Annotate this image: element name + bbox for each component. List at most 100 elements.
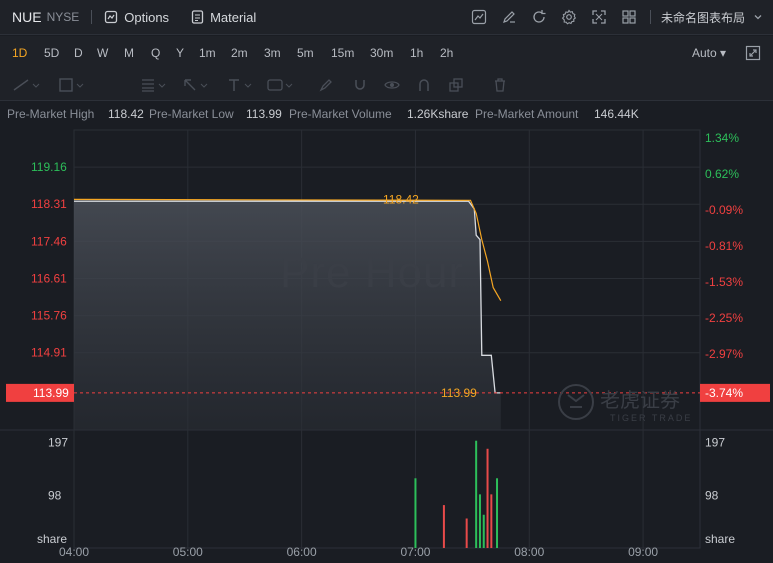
time-tick-label: 07:00 (400, 545, 430, 559)
magnet-icon[interactable] (352, 77, 368, 93)
period-2m[interactable]: 2m (231, 46, 248, 60)
volume-bar (442, 505, 445, 548)
period-bar: Auto ▾ 1D 5D D W M Q Y 1m 2m 3m 5m 15m 30m 1h 2h (0, 36, 773, 70)
gear-icon[interactable] (554, 9, 584, 25)
volume-bar (482, 514, 485, 548)
period-w[interactable]: W (97, 46, 108, 60)
volume-bar (465, 518, 468, 548)
fullscreen-icon[interactable] (584, 9, 614, 25)
symbol-label[interactable]: NUE (12, 9, 42, 25)
percent-tick-label: -2.97% (705, 347, 743, 361)
price-tick-label: 115.76 (31, 309, 67, 323)
high-value: 118.42 (108, 107, 144, 121)
plot-border (73, 129, 701, 549)
amount-label: Pre-Market Amount (475, 107, 579, 121)
high-label: Pre-Market High (7, 107, 95, 121)
period-5d[interactable]: 5D (44, 46, 59, 60)
volume-tick-label: 197 (48, 435, 68, 449)
fibonacci-icon[interactable] (140, 77, 170, 93)
options-button[interactable]: Options (104, 10, 169, 25)
current-percent-label: -3.74% (705, 386, 743, 400)
volume-label: Pre-Market Volume (289, 107, 392, 121)
drawing-toolbar (0, 70, 773, 101)
annotation-icon[interactable] (266, 77, 296, 93)
low-value: 113.99 (246, 107, 282, 121)
period-d[interactable]: D (74, 46, 83, 60)
volume-tick-label-right: 98 (705, 488, 719, 502)
time-tick-label: 08:00 (514, 545, 544, 559)
indicator-icon[interactable] (464, 9, 494, 25)
edit-icon[interactable] (494, 9, 524, 25)
percent-tick-label: -1.53% (705, 275, 743, 289)
text-tool-icon[interactable] (226, 77, 256, 93)
pre-hour-watermark: Pre Hour (280, 248, 465, 297)
period-3m[interactable]: 3m (264, 46, 281, 60)
material-label: Material (210, 9, 257, 25)
time-tick-label: 05:00 (173, 545, 203, 559)
top-toolbar: NUE NYSE Options Material 未命名图表布局 (0, 0, 773, 35)
volume-unit-label: share (37, 532, 67, 546)
period-y[interactable]: Y (176, 46, 184, 60)
toolbar-right-icons: 未命名图表布局 (464, 0, 773, 34)
volume-bar (475, 440, 478, 548)
options-icon (105, 10, 118, 24)
tiger-trade-logo: 老虎证券 TIGER TRADE (556, 383, 696, 428)
percent-tick-label: -2.25% (705, 311, 743, 325)
scale-auto-dropdown[interactable]: Auto ▾ (692, 46, 726, 60)
price-tick-label: 119.16 (31, 160, 67, 174)
premarket-info-bar: Pre-Market High 118.42 Pre-Market Low 11… (0, 101, 773, 125)
price-tick-label: 116.61 (31, 271, 67, 285)
amount-value: 146.44K (594, 107, 639, 121)
period-30m[interactable]: 30m (370, 46, 393, 60)
percent-tick-label: -0.09% (705, 203, 743, 217)
options-label: Options (124, 9, 170, 25)
percent-tick-label: 0.62% (705, 167, 739, 181)
volume-bar (486, 448, 489, 548)
period-q[interactable]: Q (151, 46, 160, 60)
period-1h[interactable]: 1h (410, 46, 423, 60)
period-m[interactable]: M (124, 46, 134, 60)
layout-name-dropdown[interactable]: 未命名图表布局 (661, 9, 745, 26)
price-area (74, 201, 501, 430)
period-1d[interactable]: 1D (12, 46, 27, 60)
volume-unit-label-right: share (705, 532, 735, 546)
price-tick-label: 118.31 (31, 197, 67, 211)
time-tick-label: 06:00 (287, 545, 317, 559)
price-tick-label: 117.46 (31, 234, 67, 248)
grid-layout-icon[interactable] (614, 9, 644, 25)
trash-icon[interactable] (492, 77, 508, 93)
volume-value: 1.26Kshare (407, 107, 469, 121)
price-tick-label: 114.91 (31, 346, 67, 360)
period-5m[interactable]: 5m (297, 46, 314, 60)
arrow-icon[interactable] (182, 77, 212, 93)
current-percent-badge (700, 383, 770, 402)
percent-tick-label: 1.34% (705, 131, 739, 145)
lock-icon[interactable] (416, 77, 432, 93)
document-icon (191, 10, 204, 24)
percent-tick-label: -0.81% (705, 239, 743, 253)
current-price-label: 113.99 (33, 386, 69, 400)
period-2h[interactable]: 2h (440, 46, 453, 60)
refresh-icon[interactable] (524, 9, 554, 25)
exchange-label: NYSE (46, 10, 80, 24)
brush-icon[interactable] (318, 77, 334, 93)
volume-tick-label: 98 (48, 488, 62, 502)
expand-icon[interactable] (745, 45, 761, 61)
layers-icon[interactable] (448, 77, 464, 93)
material-button[interactable]: Material (191, 10, 256, 25)
rectangle-icon[interactable] (58, 77, 88, 93)
volume-bar (478, 494, 481, 548)
chevron-down-icon[interactable] (753, 12, 763, 22)
time-tick-label: 04:00 (59, 545, 89, 559)
period-1m[interactable]: 1m (199, 46, 216, 60)
low-label: Pre-Market Low (149, 107, 234, 121)
divider (91, 10, 93, 24)
divider (649, 10, 651, 24)
volume-tick-label-right: 197 (705, 435, 725, 449)
high-marker-label: 118.42 (383, 192, 419, 206)
low-marker-label: 113.99 (441, 386, 477, 400)
trend-line-icon[interactable] (12, 77, 42, 93)
eye-icon[interactable] (384, 77, 400, 93)
period-15m[interactable]: 15m (331, 46, 354, 60)
volume-bar (414, 478, 417, 548)
